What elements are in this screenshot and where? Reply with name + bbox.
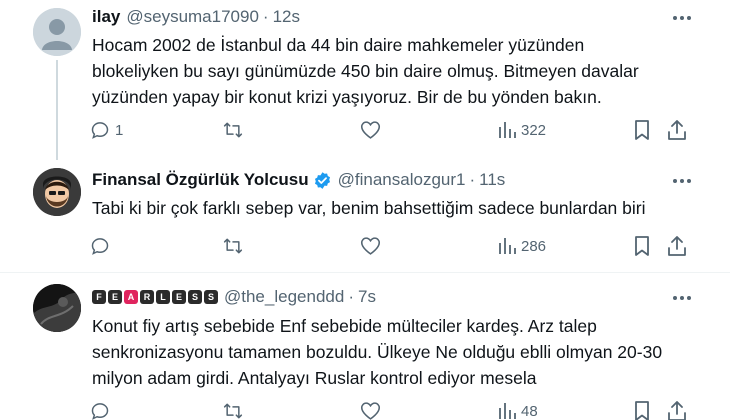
views-chart-icon xyxy=(499,122,516,138)
tweet-actions: 1 322 xyxy=(86,118,696,142)
share-icon xyxy=(668,401,686,420)
avatar-legend[interactable] xyxy=(33,284,81,332)
views-button[interactable]: 286 xyxy=(498,234,546,258)
tweet-text-line: senkronizasyonu tamamen bozuldu. Ülkeye … xyxy=(92,342,663,362)
separator-dot: · xyxy=(348,287,354,306)
view-count: 322 xyxy=(521,121,547,139)
user-handle[interactable]: @finansalozgur1 xyxy=(338,170,466,190)
separator-dot: · xyxy=(469,170,476,189)
display-name[interactable]: ilay xyxy=(92,7,120,27)
tweet-text-line: Konut fiy artış sebebide Enf sebebide mü… xyxy=(92,316,597,336)
views-chart-icon xyxy=(499,238,516,254)
user-avatar-icon xyxy=(33,168,81,216)
separator-dot: · xyxy=(262,7,269,26)
like-button[interactable] xyxy=(360,234,381,258)
retweet-icon xyxy=(223,122,243,138)
heart-icon xyxy=(360,121,381,139)
bookmark-icon xyxy=(635,120,649,140)
tweet-text: Konut fiy artış sebebide Enf sebebide mü… xyxy=(92,313,702,391)
heart-icon xyxy=(360,402,381,420)
more-options-icon[interactable] xyxy=(672,171,692,191)
retweet-button[interactable] xyxy=(222,118,244,142)
bookmark-icon xyxy=(635,401,649,420)
reply-icon xyxy=(91,122,109,139)
thread-line xyxy=(56,60,58,160)
tweet-header: F E A R L E S S @the_legenddd · 7s xyxy=(92,286,376,308)
views-button[interactable]: 322 xyxy=(498,118,546,142)
timestamp[interactable]: 7s xyxy=(358,287,376,307)
reply-count: 1 xyxy=(115,121,124,139)
timestamp[interactable]: 11s xyxy=(479,170,505,190)
view-count: 286 xyxy=(521,237,547,255)
tweet-header: Finansal Özgürlük Yolcusu @finansalozgur… xyxy=(92,169,505,191)
reply-icon xyxy=(91,238,109,255)
tweet-2[interactable]: Finansal Özgürlük Yolcusu @finansalozgur… xyxy=(0,160,730,272)
more-options-icon[interactable] xyxy=(672,8,692,28)
bookmark-button[interactable] xyxy=(634,118,650,142)
heart-icon xyxy=(360,237,381,255)
user-handle[interactable]: @seysuma17090 xyxy=(126,7,259,27)
tweet-text-line: Hocam 2002 de İstanbul da 44 bin daire m… xyxy=(92,35,585,55)
tweet-actions: 48 xyxy=(86,399,696,420)
reply-icon xyxy=(91,403,109,420)
share-icon xyxy=(668,120,686,140)
retweet-icon xyxy=(223,403,243,419)
default-avatar-icon xyxy=(33,8,81,56)
tweet-text: Tabi ki bir çok farklı sebep var, benim … xyxy=(92,195,702,221)
like-button[interactable] xyxy=(360,399,381,420)
more-options-icon[interactable] xyxy=(672,288,692,308)
display-name[interactable]: Finansal Özgürlük Yolcusu xyxy=(92,170,309,190)
verified-badge-icon[interactable] xyxy=(313,171,332,190)
tweet-actions: 286 xyxy=(86,234,696,258)
tweet-text: Hocam 2002 de İstanbul da 44 bin daire m… xyxy=(92,32,702,110)
user-avatar-icon xyxy=(33,284,81,332)
like-button[interactable] xyxy=(360,118,381,142)
share-button[interactable] xyxy=(668,118,686,142)
views-chart-icon xyxy=(499,403,516,419)
name-letter-badge: R xyxy=(140,290,154,304)
tweet-header: ilay @seysuma17090 · 12s xyxy=(92,6,300,28)
reply-button[interactable]: 1 xyxy=(90,118,123,142)
bookmark-icon xyxy=(635,236,649,256)
bookmark-button[interactable] xyxy=(634,234,650,258)
timestamp[interactable]: 12s xyxy=(273,7,300,27)
avatar-finansal[interactable] xyxy=(33,168,81,216)
retweet-icon xyxy=(223,238,243,254)
share-button[interactable] xyxy=(668,399,686,420)
views-button[interactable]: 48 xyxy=(498,399,538,420)
share-icon xyxy=(668,236,686,256)
tweet-3[interactable]: F E A R L E S S @the_legenddd · 7s Konut… xyxy=(0,273,730,420)
view-count: 48 xyxy=(521,402,538,420)
tweet-text-line: yüzünden yapay bir konut krizi yaşıyoruz… xyxy=(92,87,602,107)
name-letter-badge: F xyxy=(92,290,106,304)
user-handle[interactable]: @the_legenddd xyxy=(224,287,344,307)
retweet-button[interactable] xyxy=(222,234,244,258)
name-letter-badge: S xyxy=(204,290,218,304)
tweet-text-line: blokeliyken bu sayı günümüzde 450 bin da… xyxy=(92,61,639,81)
share-button[interactable] xyxy=(668,234,686,258)
name-letter-badge: L xyxy=(156,290,170,304)
retweet-button[interactable] xyxy=(222,399,244,420)
tweet-text-line: Tabi ki bir çok farklı sebep var, benim … xyxy=(92,198,646,218)
reply-button[interactable] xyxy=(90,399,110,420)
name-letter-badge: E xyxy=(108,290,122,304)
bookmark-button[interactable] xyxy=(634,399,650,420)
reply-button[interactable] xyxy=(90,234,110,258)
name-letter-badge: E xyxy=(172,290,186,304)
tweet-text-line: milyon adam girdi. Antalyayı Ruslar kont… xyxy=(92,368,537,388)
name-letter-badge: A xyxy=(124,290,138,304)
display-name-fearless[interactable]: F E A R L E S S xyxy=(92,290,218,304)
avatar-default[interactable] xyxy=(33,8,81,56)
tweet-1[interactable]: ilay @seysuma17090 · 12s Hocam 2002 de İ… xyxy=(0,0,730,160)
name-letter-badge: S xyxy=(188,290,202,304)
